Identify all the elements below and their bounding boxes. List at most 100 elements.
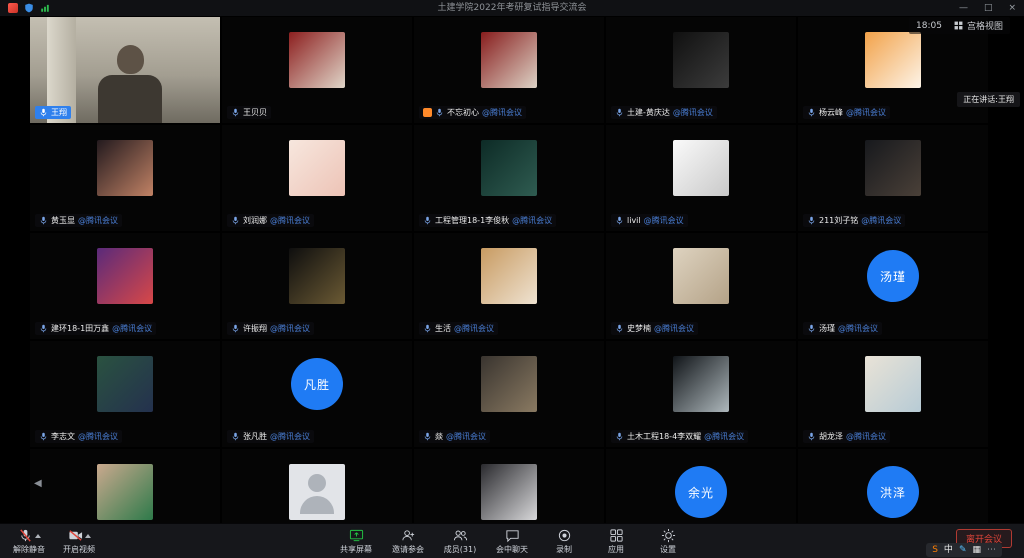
close-button[interactable]: × xyxy=(1008,0,1016,16)
participant-name: 生活 xyxy=(435,323,451,334)
avatar-initials: 凡胜 xyxy=(291,358,343,410)
participant-avatar xyxy=(865,32,921,88)
start-video-button[interactable]: 开启视频 xyxy=(62,527,96,555)
participant-tile[interactable]: 凡胜张凡胜@腾讯会议 xyxy=(222,341,412,447)
participant-tile[interactable]: 土建-黄庆达@腾讯会议 xyxy=(606,17,796,123)
mic-icon xyxy=(423,432,432,441)
participant-tile[interactable]: 余光 xyxy=(606,449,796,524)
participant-name: 不忘初心 xyxy=(447,107,479,118)
participant-tile[interactable]: 王贝贝 xyxy=(222,17,412,123)
mic-menu-caret[interactable] xyxy=(35,534,41,538)
participant-avatar xyxy=(481,464,537,520)
chat-label: 会中聊天 xyxy=(496,544,528,555)
participant-tile[interactable]: 生活@腾讯会议 xyxy=(414,233,604,339)
participant-tile[interactable]: 土木工程18-4李双耀@腾讯会议 xyxy=(606,341,796,447)
keyboard-icon[interactable]: ▦ xyxy=(972,544,981,556)
meeting-app-icon xyxy=(8,3,18,13)
participant-avatar xyxy=(97,248,153,304)
invite-button[interactable]: 邀请参会 xyxy=(391,527,425,555)
maximize-button[interactable]: □ xyxy=(984,0,993,16)
meeting-suffix: @腾讯会议 xyxy=(644,215,684,226)
meeting-toolbar: 解除静音 开启视频 共享屏幕 邀请参会 成员(31) 会中聊天 xyxy=(0,523,1024,558)
meeting-suffix: @腾讯会议 xyxy=(846,107,886,118)
participant-name: 建环18-1田万鑫 xyxy=(51,323,109,334)
participant-tile[interactable]: 胡龙泽@腾讯会议 xyxy=(798,341,988,447)
video-menu-caret[interactable] xyxy=(85,534,91,538)
participant-name-label: 史梦楠@腾讯会议 xyxy=(611,322,698,335)
participant-tile[interactable]: 史梦楠@腾讯会议 xyxy=(606,233,796,339)
participant-tile[interactable] xyxy=(222,449,412,524)
default-avatar xyxy=(289,464,345,520)
view-toggle-button[interactable]: 宫格视图 xyxy=(954,19,1003,32)
record-button[interactable]: 录制 xyxy=(547,527,581,555)
unmute-button[interactable]: 解除静音 xyxy=(12,527,46,555)
participant-name: 许振翔 xyxy=(243,323,267,334)
participant-avatar xyxy=(481,356,537,412)
participant-tile[interactable]: 洪泽 xyxy=(798,449,988,524)
participant-avatar xyxy=(673,356,729,412)
participant-name-label: 211刘子铭@腾讯会议 xyxy=(803,214,905,227)
participant-name-label: 李志文@腾讯会议 xyxy=(35,430,122,443)
mic-icon xyxy=(423,324,432,333)
participant-tile[interactable]: 刘润娜@腾讯会议 xyxy=(222,125,412,231)
participant-name: 张凡胜 xyxy=(243,431,267,442)
participant-tile[interactable]: 汤瑾汤瑾@腾讯会议 xyxy=(798,233,988,339)
participant-tile[interactable] xyxy=(30,449,220,524)
mic-icon xyxy=(807,216,816,225)
invite-icon xyxy=(401,528,416,543)
participant-tile[interactable]: 建环18-1田万鑫@腾讯会议 xyxy=(30,233,220,339)
network-signal-icon xyxy=(40,3,50,13)
start-video-label: 开启视频 xyxy=(63,544,95,555)
participant-name-label: 许振翔@腾讯会议 xyxy=(227,322,314,335)
participant-name-label: 汤瑾@腾讯会议 xyxy=(803,322,882,335)
participant-avatar xyxy=(289,248,345,304)
members-button[interactable]: 成员(31) xyxy=(443,527,477,555)
meeting-suffix: @腾讯会议 xyxy=(270,431,310,442)
share-screen-button[interactable]: 共享屏幕 xyxy=(339,527,373,555)
participant-avatar xyxy=(289,140,345,196)
minimize-button[interactable]: — xyxy=(959,0,968,16)
participant-name-label: 生活@腾讯会议 xyxy=(419,322,498,335)
participant-name: livil xyxy=(627,215,641,226)
participant-tile[interactable] xyxy=(414,449,604,524)
ime-more-icon[interactable]: ⋯ xyxy=(987,544,996,556)
participant-tile[interactable]: 黄玉显@腾讯会议 xyxy=(30,125,220,231)
chat-button[interactable]: 会中聊天 xyxy=(495,527,529,555)
participant-tile[interactable]: 工程管理18-1李俊秋@腾讯会议 xyxy=(414,125,604,231)
input-lang-icon[interactable]: 中 xyxy=(944,544,953,556)
participant-tile[interactable]: 李志文@腾讯会议 xyxy=(30,341,220,447)
apps-button[interactable]: 应用 xyxy=(599,527,633,555)
participant-tile[interactable]: 不忘初心@腾讯会议 xyxy=(414,17,604,123)
participant-name-label: 工程管理18-1李俊秋@腾讯会议 xyxy=(419,214,556,227)
security-shield-icon xyxy=(24,3,34,13)
invite-label: 邀请参会 xyxy=(392,544,424,555)
settings-button[interactable]: 设置 xyxy=(651,527,685,555)
participant-tile[interactable]: 许振翔@腾讯会议 xyxy=(222,233,412,339)
share-screen-icon xyxy=(349,528,364,543)
titlebar: 土建学院2022年考研复试指导交流会 — □ × xyxy=(0,0,1024,16)
participant-tile[interactable]: 燚@腾讯会议 xyxy=(414,341,604,447)
record-label: 录制 xyxy=(556,544,572,555)
participant-name-label: 王翔 xyxy=(35,106,71,119)
avatar-initials: 汤瑾 xyxy=(867,250,919,302)
sogou-logo-icon[interactable]: S xyxy=(932,544,938,556)
view-toggle-label: 宫格视图 xyxy=(967,19,1003,32)
participant-name-label: 土建-黄庆达@腾讯会议 xyxy=(611,106,717,119)
participant-name-label: 王贝贝 xyxy=(227,106,271,119)
participant-tile[interactable]: 211刘子铭@腾讯会议 xyxy=(798,125,988,231)
participant-tile[interactable]: 王翔 xyxy=(30,17,220,123)
participant-tile[interactable]: livil@腾讯会议 xyxy=(606,125,796,231)
meeting-suffix: @腾讯会议 xyxy=(270,323,310,334)
participant-name: 胡龙泽 xyxy=(819,431,843,442)
meeting-suffix: @腾讯会议 xyxy=(454,323,494,334)
prev-page-button[interactable]: ◀ xyxy=(34,478,42,489)
grid-view-icon xyxy=(954,21,963,30)
meeting-suffix: @腾讯会议 xyxy=(482,107,522,118)
mic-icon xyxy=(807,324,816,333)
chat-icon xyxy=(505,528,520,543)
participant-name-label: livil@腾讯会议 xyxy=(611,214,688,227)
participant-name-label: 胡龙泽@腾讯会议 xyxy=(803,430,890,443)
participant-name: 史梦楠 xyxy=(627,323,651,334)
members-icon xyxy=(453,528,468,543)
handwriting-icon[interactable]: ✎ xyxy=(959,544,967,556)
